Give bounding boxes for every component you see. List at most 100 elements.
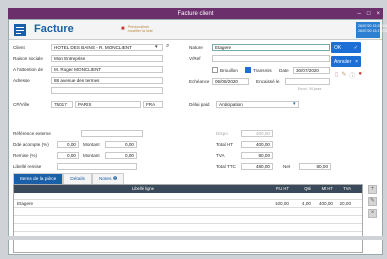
info-icon[interactable]: ⓘ	[349, 71, 355, 80]
cell-pu: 100,00	[274, 201, 289, 206]
encaisse-hint: Envoi : 90 jours	[298, 87, 322, 91]
search-icon[interactable]: ⌕	[166, 43, 169, 50]
status-dot-icon: ●	[358, 71, 362, 77]
acompte-pct-field[interactable]: 0,00	[57, 141, 79, 148]
transmis-label: Transmis	[253, 68, 272, 73]
client-label: Client	[13, 45, 25, 50]
tab-notes-label: Notes	[98, 177, 112, 182]
info-icon: ❶	[112, 177, 118, 182]
window-titlebar: Facture client – □ ×	[8, 8, 383, 19]
col-mt[interactable]: Mt HT	[313, 185, 335, 193]
pays-field[interactable]: FRA	[143, 101, 163, 108]
add-line-icon[interactable]: +	[368, 185, 377, 194]
cp-field[interactable]: 75017	[51, 101, 73, 108]
encaisse-field[interactable]	[285, 78, 330, 85]
invoice-window: Facture ■ Prévisualiser modifier la list…	[8, 19, 387, 255]
echeance-field[interactable]: 06/08/2020	[212, 78, 249, 85]
preview-flag[interactable]: ■ Prévisualiser modifier la liste	[121, 25, 153, 33]
attention-field[interactable]: M. Roger MONCLIENT	[51, 66, 163, 73]
flag-text: Prévisualiser modifier la liste	[127, 25, 153, 33]
vref-field[interactable]	[212, 55, 330, 62]
remise-label: Remise (%)	[13, 153, 37, 158]
table-row-empty[interactable]	[14, 224, 362, 232]
ok-button[interactable]: OK ✓	[331, 42, 361, 53]
timestamp-badge: 26/07/20 15:20 EN 26/07/20 15:17 EN	[356, 22, 387, 38]
total-ttc-label: Total TTC	[216, 164, 236, 169]
col-qte[interactable]: Qté	[291, 185, 313, 193]
table-row-empty[interactable]	[14, 193, 362, 200]
cell-qte: 4,00	[302, 201, 311, 206]
items-grid: Libellé ligne P.U HT Qté Mt HT TVA Etage…	[13, 184, 363, 253]
ok-label: OK	[334, 44, 342, 51]
net-field: 80,00	[299, 163, 331, 170]
acompte-montant-field[interactable]: 0,00	[105, 141, 137, 148]
cancel-label: Annuler	[334, 58, 352, 65]
echeance-label: Echéance	[189, 79, 210, 84]
chevron-down-icon[interactable]: ▾	[155, 44, 158, 50]
check-icon: ✓	[353, 44, 358, 51]
raison-label: Raison sociale	[13, 56, 43, 61]
col-tva[interactable]: TVA	[335, 185, 353, 193]
adresse-field-1[interactable]: 88 avenue des termes	[51, 77, 163, 84]
delai-label: Délai paid	[189, 102, 210, 107]
page-title: Facture	[34, 23, 74, 35]
transmis-checkbox[interactable]	[245, 67, 251, 73]
remise-montant-label: Montant	[83, 153, 100, 158]
table-row[interactable]: Etagere 100,00 4,00 400,00 20,00	[14, 200, 362, 208]
cancel-button[interactable]: Annuler ×	[331, 56, 361, 67]
date-label: Date	[279, 68, 289, 73]
libelle-remise-label: Libellé remise	[13, 164, 42, 169]
table-row-empty[interactable]	[14, 216, 362, 224]
flag-icon: ■	[121, 26, 125, 32]
reference-field[interactable]	[81, 130, 143, 137]
bottom-strip	[0, 236, 387, 240]
brouillon-checkbox[interactable]	[212, 67, 218, 73]
minimize-icon[interactable]: –	[358, 11, 361, 17]
tab-details[interactable]: Détails	[63, 173, 92, 184]
edit-line-icon[interactable]: ✎	[368, 197, 377, 206]
reference-label: Référence externe	[13, 131, 51, 136]
encaisse-label: Encaissé le	[256, 79, 280, 84]
client-select[interactable]: HOTEL DES BAINS - R. MONCLIENT	[51, 44, 163, 51]
adresse-label: Adresse	[13, 78, 30, 83]
delete-line-icon[interactable]: ×	[368, 209, 377, 218]
ville-field[interactable]: PARIS	[75, 101, 141, 108]
col-libelle[interactable]: Libellé ligne	[14, 185, 269, 193]
maximize-icon[interactable]: □	[367, 11, 371, 17]
close-icon[interactable]: ×	[376, 11, 380, 17]
dispo-label: Dispo	[216, 131, 228, 136]
total-ht-label: Total HT	[216, 142, 234, 147]
nature-field[interactable]: Etagere	[212, 44, 330, 51]
date-field[interactable]: 30/07/2020	[293, 67, 330, 74]
lock-icon[interactable]: ▯	[335, 71, 338, 80]
total-ht-field: 400,00	[241, 141, 273, 148]
brouillon-label: Brouillon	[220, 68, 238, 73]
nature-label: Nature	[189, 45, 203, 50]
dispo-field: 400,00	[241, 130, 273, 137]
total-ttc-field: 480,00	[241, 163, 273, 170]
tab-items[interactable]: Items de la pièce	[13, 173, 64, 184]
vref-label: V/Ref	[189, 56, 201, 61]
raison-field[interactable]: Mon Entreprise	[51, 55, 163, 62]
grid-header: Libellé ligne P.U HT Qté Mt HT TVA	[14, 185, 362, 193]
cell-tva: 20,00	[339, 201, 352, 206]
tva-label: TVA	[216, 153, 225, 158]
remise-pct-field[interactable]: 0,00	[57, 152, 79, 159]
adresse-field-2[interactable]	[51, 87, 163, 94]
delai-select[interactable]: Anticipation	[216, 101, 299, 108]
window-title: Facture client	[177, 10, 214, 17]
tva-field: 80,00	[241, 152, 273, 159]
chevron-down-icon[interactable]: ▾	[293, 101, 296, 107]
tab-notes[interactable]: Notes ❶	[91, 173, 125, 184]
table-row-empty[interactable]	[14, 208, 362, 216]
cp-label: CP/Ville	[13, 102, 30, 107]
col-pu[interactable]: P.U HT	[269, 185, 291, 193]
cell-mt: 400,00	[318, 201, 333, 206]
attachment-icon[interactable]: ✎	[341, 71, 346, 80]
cell-libelle: Etagere	[17, 201, 34, 206]
acompte-label: Dde acompte (%)	[13, 142, 49, 147]
net-label: Net	[283, 164, 291, 169]
header: Facture ■ Prévisualiser modifier la list…	[9, 20, 387, 40]
remise-montant-field[interactable]: 0,00	[105, 152, 137, 159]
libelle-remise-field[interactable]	[57, 163, 137, 170]
